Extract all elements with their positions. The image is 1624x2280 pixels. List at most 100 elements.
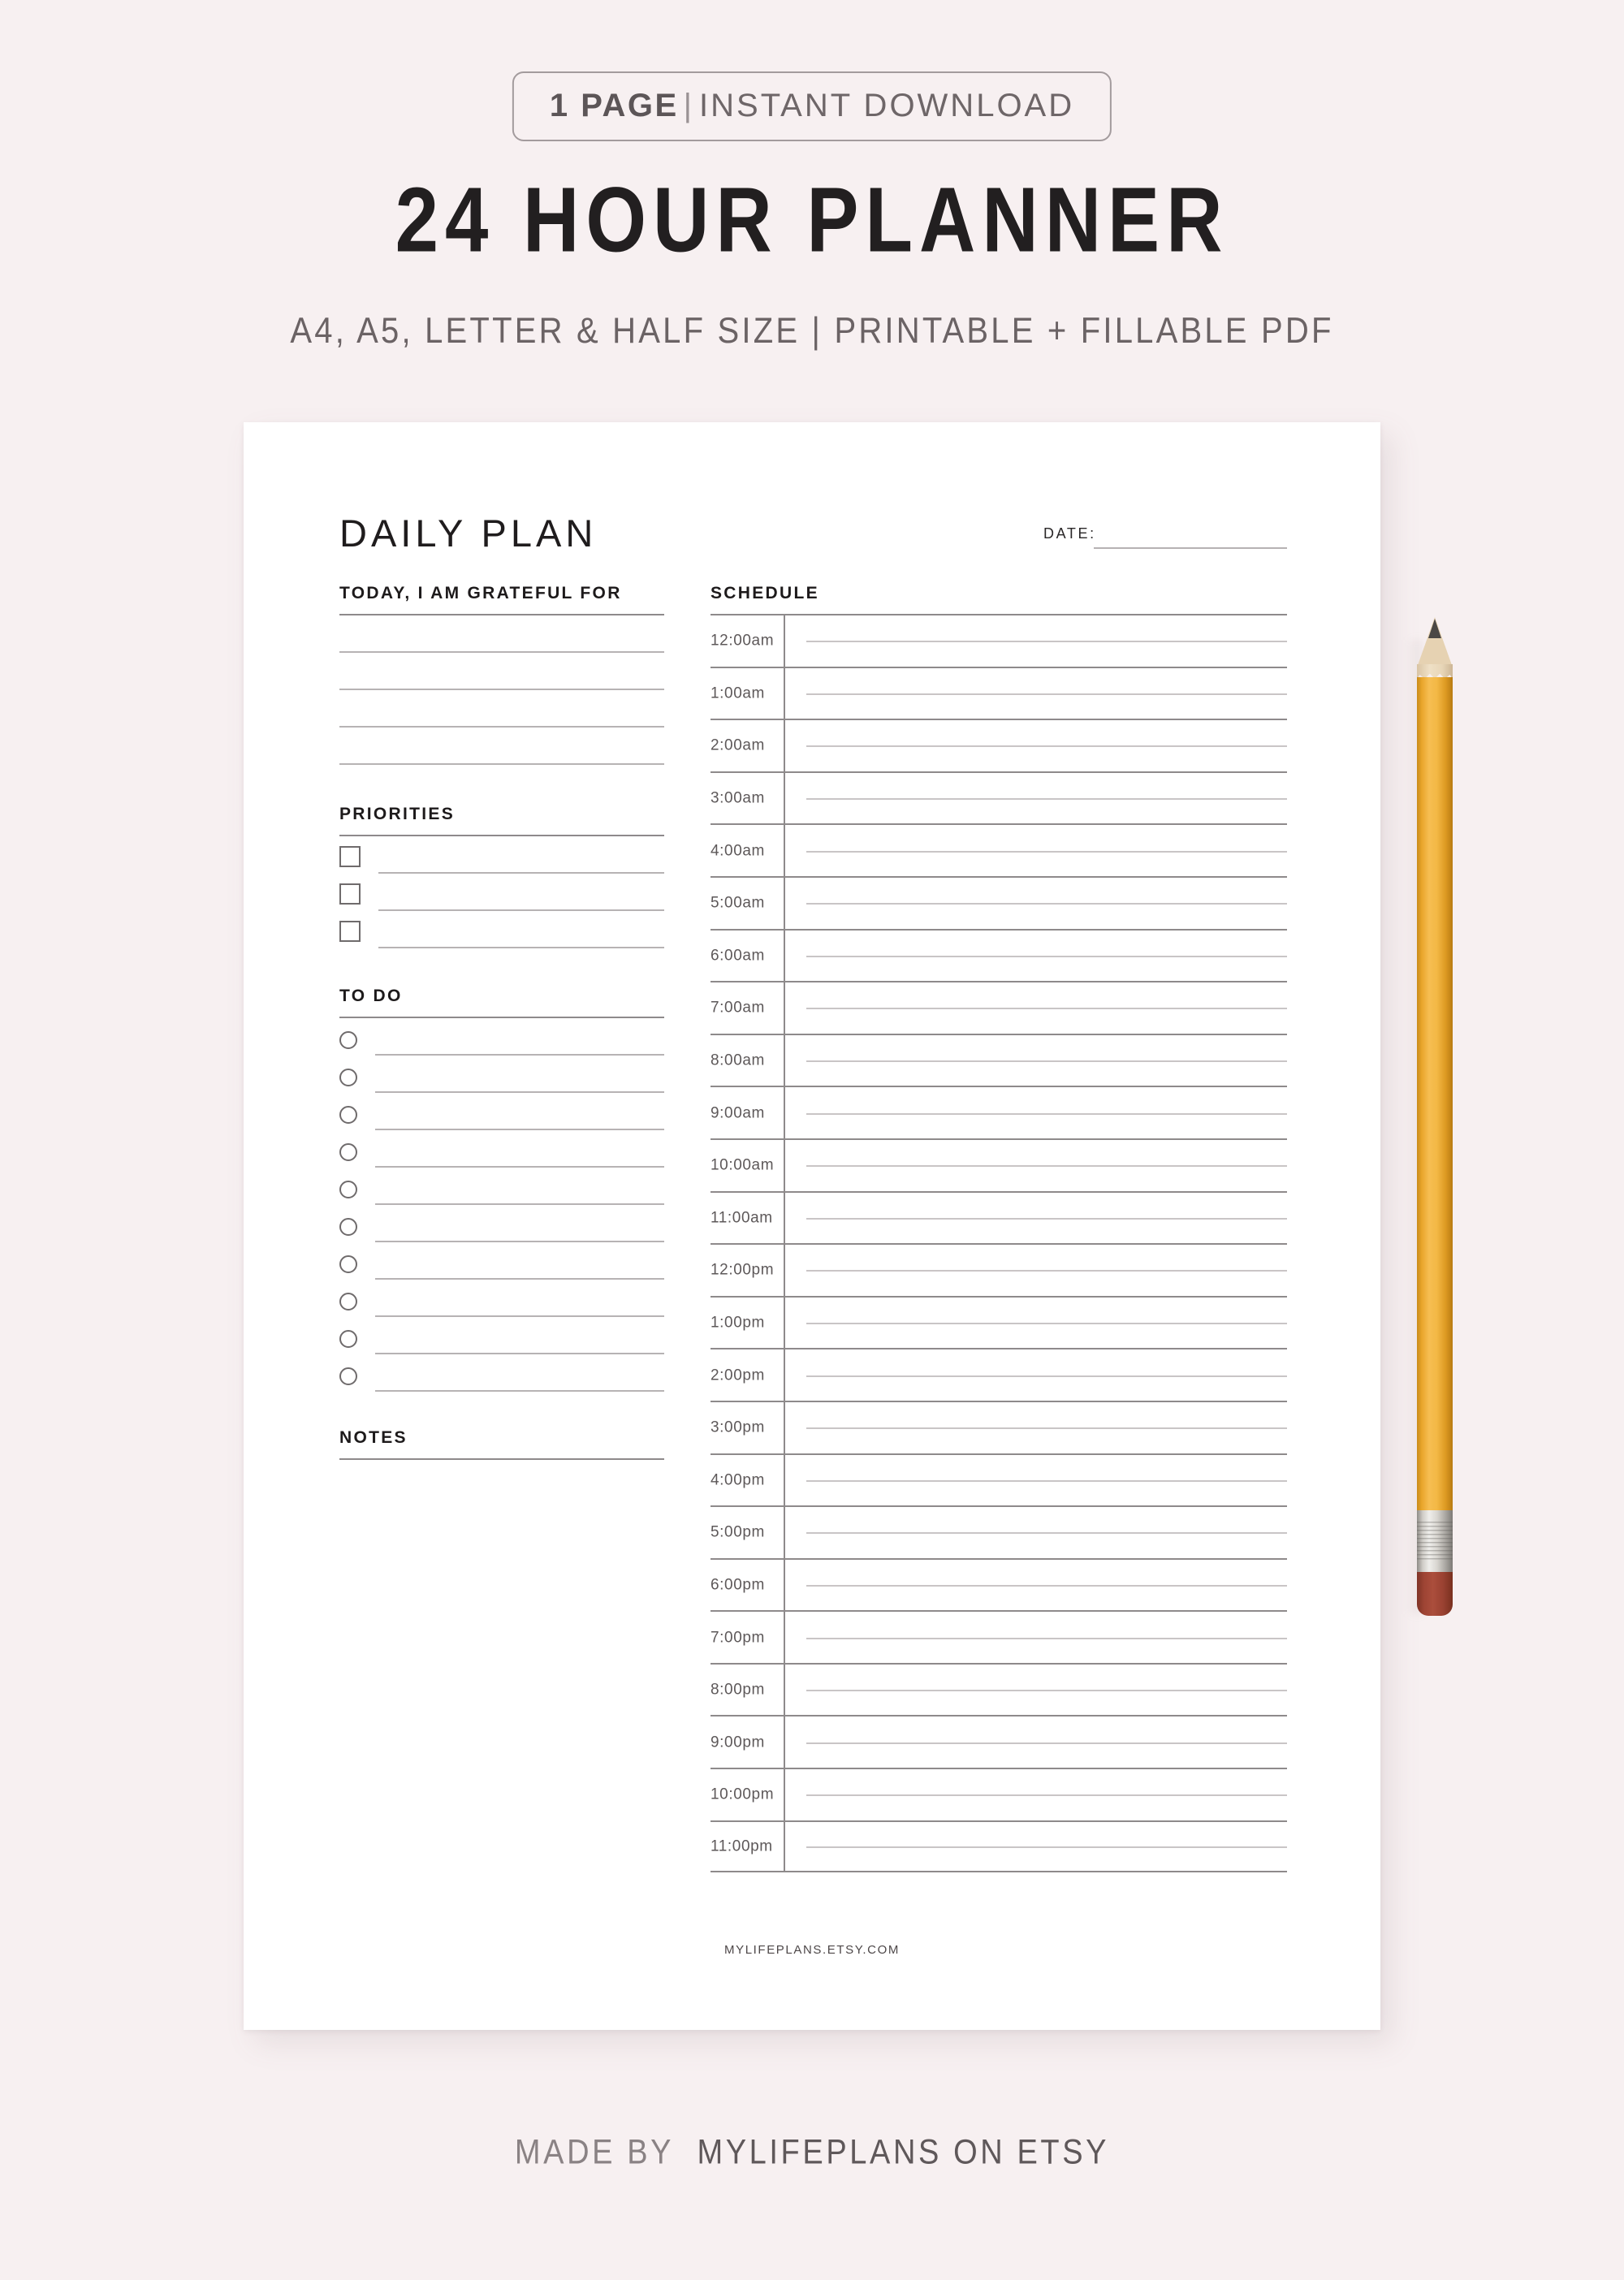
gratitude-write-line[interactable] bbox=[339, 690, 664, 728]
gratitude-write-line[interactable] bbox=[339, 615, 664, 653]
todo-write-line[interactable] bbox=[375, 1203, 664, 1205]
schedule-row[interactable]: 9:00pm bbox=[710, 1715, 1287, 1768]
circle-icon[interactable] bbox=[339, 1106, 357, 1124]
schedule-half-hour-line[interactable] bbox=[806, 745, 1287, 748]
notes-write-area[interactable] bbox=[339, 1460, 664, 1704]
gratitude-write-line[interactable] bbox=[339, 728, 664, 765]
schedule-half-hour-line[interactable] bbox=[806, 1427, 1287, 1430]
todo-write-line[interactable] bbox=[375, 1166, 664, 1168]
schedule-row[interactable]: 1:00pm bbox=[710, 1295, 1287, 1349]
schedule-row[interactable]: 5:00am bbox=[710, 875, 1287, 929]
schedule-half-hour-line[interactable] bbox=[806, 850, 1287, 853]
schedule-half-hour-line[interactable] bbox=[806, 798, 1287, 801]
todo-row[interactable] bbox=[339, 1130, 664, 1168]
schedule-row[interactable]: 3:00pm bbox=[710, 1400, 1287, 1453]
schedule-column-divider bbox=[784, 1507, 785, 1558]
checkbox-icon[interactable] bbox=[339, 846, 361, 867]
schedule-half-hour-line[interactable] bbox=[806, 1165, 1287, 1168]
circle-icon[interactable] bbox=[339, 1255, 357, 1273]
schedule-row[interactable]: 8:00pm bbox=[710, 1662, 1287, 1716]
priority-row[interactable] bbox=[339, 911, 664, 948]
priorities-rows bbox=[339, 836, 664, 948]
priority-write-line[interactable] bbox=[378, 909, 664, 911]
todo-row[interactable] bbox=[339, 1205, 664, 1242]
schedule-row[interactable]: 4:00am bbox=[710, 823, 1287, 876]
schedule-half-hour-line[interactable] bbox=[806, 1112, 1287, 1115]
todo-row[interactable] bbox=[339, 1354, 664, 1392]
circle-icon[interactable] bbox=[339, 1367, 357, 1385]
todo-row[interactable] bbox=[339, 1280, 664, 1317]
gratitude-write-line[interactable] bbox=[339, 653, 664, 690]
date-write-line[interactable] bbox=[1094, 547, 1287, 549]
circle-icon[interactable] bbox=[339, 1181, 357, 1198]
schedule-half-hour-line[interactable] bbox=[806, 1375, 1287, 1377]
schedule-row[interactable]: 11:00pm bbox=[710, 1820, 1287, 1873]
circle-icon[interactable] bbox=[339, 1143, 357, 1161]
schedule-row[interactable]: 7:00pm bbox=[710, 1610, 1287, 1663]
schedule-row[interactable]: 12:00am bbox=[710, 614, 1287, 667]
todo-row[interactable] bbox=[339, 1056, 664, 1093]
schedule-row[interactable]: 9:00am bbox=[710, 1086, 1287, 1138]
schedule-row[interactable]: 2:00am bbox=[710, 719, 1287, 771]
todo-write-line[interactable] bbox=[375, 1241, 664, 1242]
circle-icon[interactable] bbox=[339, 1293, 357, 1311]
todo-row[interactable] bbox=[339, 1317, 664, 1354]
schedule-half-hour-line[interactable] bbox=[806, 1217, 1287, 1220]
priority-row[interactable] bbox=[339, 874, 664, 911]
todo-write-line[interactable] bbox=[375, 1278, 664, 1280]
schedule-half-hour-line[interactable] bbox=[806, 1060, 1287, 1063]
todo-write-line[interactable] bbox=[375, 1091, 664, 1093]
schedule-row[interactable]: 12:00pm bbox=[710, 1243, 1287, 1296]
schedule-half-hour-line[interactable] bbox=[806, 641, 1287, 643]
circle-icon[interactable] bbox=[339, 1218, 357, 1236]
date-field[interactable]: DATE: bbox=[1043, 526, 1287, 549]
schedule-row[interactable]: 7:00am bbox=[710, 981, 1287, 1034]
todo-row[interactable] bbox=[339, 1093, 664, 1130]
plan-page-title: DAILY PLAN bbox=[339, 512, 598, 555]
schedule-half-hour-line[interactable] bbox=[806, 1742, 1287, 1744]
schedule-half-hour-line[interactable] bbox=[806, 693, 1287, 695]
circle-icon[interactable] bbox=[339, 1031, 357, 1049]
schedule-row[interactable]: 4:00pm bbox=[710, 1453, 1287, 1506]
schedule-half-hour-line[interactable] bbox=[806, 1637, 1287, 1639]
schedule-row[interactable]: 5:00pm bbox=[710, 1505, 1287, 1558]
priority-write-line[interactable] bbox=[378, 872, 664, 874]
schedule-half-hour-line[interactable] bbox=[806, 1532, 1287, 1535]
schedule-column-divider bbox=[784, 1716, 785, 1768]
todo-row[interactable] bbox=[339, 1018, 664, 1056]
schedule-row[interactable]: 2:00pm bbox=[710, 1348, 1287, 1401]
schedule-half-hour-line[interactable] bbox=[806, 955, 1287, 957]
schedule-time-label: 12:00am bbox=[710, 632, 775, 650]
circle-icon[interactable] bbox=[339, 1330, 357, 1348]
schedule-half-hour-line[interactable] bbox=[806, 1690, 1287, 1692]
schedule-half-hour-line[interactable] bbox=[806, 1323, 1287, 1325]
schedule-row[interactable]: 1:00am bbox=[710, 666, 1287, 719]
checkbox-icon[interactable] bbox=[339, 921, 361, 942]
todo-row[interactable] bbox=[339, 1242, 664, 1280]
checkbox-icon[interactable] bbox=[339, 883, 361, 905]
todo-row[interactable] bbox=[339, 1168, 664, 1205]
schedule-half-hour-line[interactable] bbox=[806, 1479, 1287, 1482]
todo-write-line[interactable] bbox=[375, 1129, 664, 1130]
schedule-row[interactable]: 10:00pm bbox=[710, 1768, 1287, 1820]
schedule-half-hour-line[interactable] bbox=[806, 1008, 1287, 1010]
schedule-row[interactable]: 6:00am bbox=[710, 928, 1287, 982]
schedule-half-hour-line[interactable] bbox=[806, 1846, 1287, 1848]
priority-write-line[interactable] bbox=[378, 947, 664, 948]
schedule-half-hour-line[interactable] bbox=[806, 1270, 1287, 1272]
priority-row[interactable] bbox=[339, 836, 664, 874]
circle-icon[interactable] bbox=[339, 1069, 357, 1086]
schedule-row[interactable]: 10:00am bbox=[710, 1138, 1287, 1191]
schedule-row[interactable]: 3:00am bbox=[710, 771, 1287, 824]
schedule-half-hour-line[interactable] bbox=[806, 903, 1287, 905]
schedule-row[interactable]: 8:00am bbox=[710, 1033, 1287, 1086]
todo-heading: TO DO bbox=[339, 987, 403, 1005]
schedule-row[interactable]: 6:00pm bbox=[710, 1557, 1287, 1611]
todo-write-line[interactable] bbox=[375, 1390, 664, 1392]
schedule-half-hour-line[interactable] bbox=[806, 1584, 1287, 1587]
schedule-half-hour-line[interactable] bbox=[806, 1794, 1287, 1797]
todo-write-line[interactable] bbox=[375, 1315, 664, 1317]
schedule-row[interactable]: 11:00am bbox=[710, 1190, 1287, 1244]
todo-write-line[interactable] bbox=[375, 1353, 664, 1354]
todo-write-line[interactable] bbox=[375, 1054, 664, 1056]
